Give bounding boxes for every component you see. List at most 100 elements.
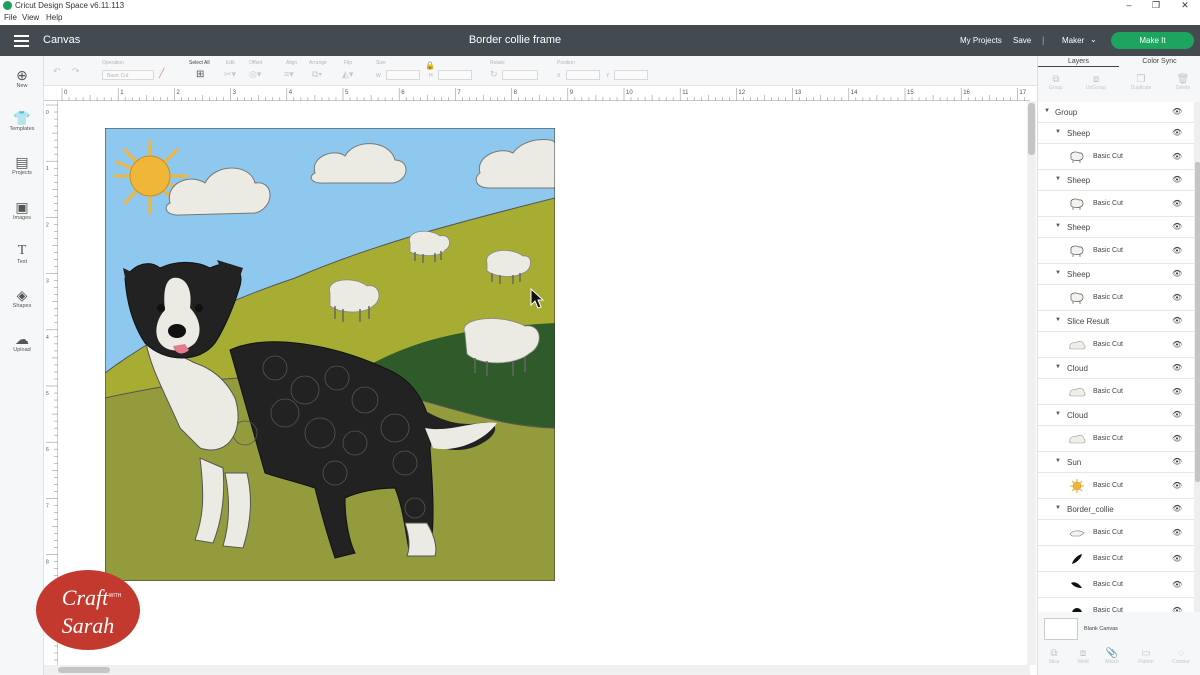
layer-group-row[interactable]: ▼ Border_collie 👁 [1038,499,1194,520]
layer-group-row[interactable]: ▼ Group 👁 [1038,102,1194,123]
eye-visibility-icon[interactable]: 👁 [1172,387,1182,396]
select-all-icon[interactable]: ⊞ [196,69,204,80]
lock-icon[interactable]: 🔒 [425,61,435,70]
sidebar-item-text[interactable]: T Text [0,243,44,265]
undo-icon[interactable]: ↶ [53,66,61,77]
layer-item-row[interactable]: Basic Cut 👁 [1038,285,1194,311]
chevron-down-icon[interactable]: ⌄ [1090,35,1097,44]
eye-visibility-icon[interactable]: 👁 [1172,316,1182,325]
expand-caret-icon[interactable]: ▼ [1055,223,1061,229]
position-y-input[interactable] [614,70,648,80]
expand-caret-icon[interactable]: ▼ [1055,458,1061,464]
duplicate-button[interactable]: ❐ Duplicate [1125,74,1157,91]
eye-visibility-icon[interactable]: 👁 [1172,128,1182,137]
blank-canvas-swatch[interactable] [1044,618,1078,640]
layer-group-row[interactable]: ▼ Sheep 👁 [1038,264,1194,285]
make-it-button[interactable]: Make It [1111,32,1194,49]
eye-visibility-icon[interactable]: 👁 [1172,363,1182,372]
scroll-thumb[interactable] [58,667,110,673]
eye-visibility-icon[interactable]: 👁 [1172,246,1182,255]
delete-button[interactable]: 🗑 Delete [1167,74,1199,91]
layer-item-row[interactable]: Basic Cut 👁 [1038,546,1194,572]
redo-icon[interactable]: ↷ [72,66,80,77]
layer-group-row[interactable]: ▼ Cloud 👁 [1038,358,1194,379]
border-collie-artwork[interactable] [105,128,555,581]
eye-visibility-icon[interactable]: 👁 [1172,457,1182,466]
layer-group-row[interactable]: ▼ Sheep 👁 [1038,217,1194,238]
sidebar-item-templates[interactable]: 👕 Templates [0,110,44,132]
attach-button[interactable]: 📎 Attach [1096,648,1128,665]
layers-scrollbar[interactable] [1194,102,1200,612]
eye-visibility-icon[interactable]: 👁 [1172,107,1182,116]
eye-visibility-icon[interactable]: 👁 [1172,222,1182,231]
expand-caret-icon[interactable]: ▼ [1055,270,1061,276]
pen-color-icon[interactable]: ╱ [159,68,164,79]
minimize-button[interactable]: – [1122,0,1136,10]
scroll-thumb[interactable] [1195,162,1200,482]
expand-caret-icon[interactable]: ▼ [1055,505,1061,511]
canvas-vertical-scrollbar[interactable] [1027,101,1036,665]
eye-visibility-icon[interactable]: 👁 [1172,175,1182,184]
sidebar-item-images[interactable]: ▣ Images [0,199,44,221]
flatten-button[interactable]: ▭ Flatten [1130,648,1162,665]
sidebar-item-upload[interactable]: ☁ Upload [0,331,44,353]
layer-group-row[interactable]: ▼ Sheep 👁 [1038,123,1194,144]
eye-visibility-icon[interactable]: 👁 [1172,199,1182,208]
layer-item-row[interactable]: Basic Cut 👁 [1038,379,1194,405]
expand-caret-icon[interactable]: ▼ [1044,108,1050,114]
eye-visibility-icon[interactable]: 👁 [1172,410,1182,419]
hamburger-menu-icon[interactable] [14,35,29,47]
eye-visibility-icon[interactable]: 👁 [1172,293,1182,302]
eye-visibility-icon[interactable]: 👁 [1172,152,1182,161]
rotate-input[interactable] [502,70,538,80]
layer-group-row[interactable]: ▼ Cloud 👁 [1038,405,1194,426]
offset-icon[interactable]: ◎▾ [249,69,261,80]
layer-group-row[interactable]: ▼ Slice Result 👁 [1038,311,1194,332]
edit-icon[interactable]: ✂▾ [224,69,236,80]
ungroup-button[interactable]: ⧈ UnGroup [1080,74,1112,91]
sidebar-item-projects[interactable]: ▤ Projects [0,154,44,176]
width-input[interactable] [386,70,420,80]
maximize-button[interactable]: ❐ [1149,0,1163,11]
eye-visibility-icon[interactable]: 👁 [1172,554,1182,563]
sidebar-item-shapes[interactable]: ◈ Shapes [0,287,44,309]
my-projects-link[interactable]: My Projects [960,36,1002,45]
layer-item-row[interactable]: Basic Cut 👁 [1038,598,1194,612]
group-button[interactable]: ⧉ Group [1040,74,1072,91]
layer-item-row[interactable]: Basic Cut 👁 [1038,473,1194,499]
layer-item-row[interactable]: Basic Cut 👁 [1038,332,1194,358]
machine-select[interactable]: Maker [1062,36,1084,45]
save-link[interactable]: Save [1013,36,1031,45]
layer-item-row[interactable]: Basic Cut 👁 [1038,520,1194,546]
eye-visibility-icon[interactable]: 👁 [1172,269,1182,278]
operation-select[interactable]: Basic Cut [102,70,154,80]
slice-button[interactable]: ⧉ Slice [1038,648,1070,665]
expand-caret-icon[interactable]: ▼ [1055,129,1061,135]
menu-file[interactable]: File [4,13,17,22]
weld-button[interactable]: ⧈ Weld [1067,648,1099,665]
layer-item-row[interactable]: Basic Cut 👁 [1038,191,1194,217]
arrange-icon[interactable]: ⧉▾ [312,69,322,80]
eye-visibility-icon[interactable]: 👁 [1172,504,1182,513]
expand-caret-icon[interactable]: ▼ [1055,317,1061,323]
menu-view[interactable]: View [22,13,39,22]
eye-visibility-icon[interactable]: 👁 [1172,340,1182,349]
flip-icon[interactable]: ◭▾ [342,69,353,80]
contour-button[interactable]: ◌ Contour [1165,648,1197,665]
tab-layers[interactable]: Layers [1038,58,1119,67]
eye-visibility-icon[interactable]: 👁 [1172,481,1182,490]
height-input[interactable] [438,70,472,80]
sidebar-item-new[interactable]: ⊕ New [0,67,44,89]
layer-item-row[interactable]: Basic Cut 👁 [1038,238,1194,264]
canvas-horizontal-scrollbar[interactable] [44,665,1030,675]
align-icon[interactable]: ≡▾ [284,69,294,80]
scroll-thumb[interactable] [1028,103,1035,155]
layer-group-row[interactable]: ▼ Sheep 👁 [1038,170,1194,191]
close-window-button[interactable]: ✕ [1178,0,1192,11]
eye-visibility-icon[interactable]: 👁 [1172,580,1182,589]
tab-color-sync[interactable]: Color Sync [1119,58,1200,65]
eye-visibility-icon[interactable]: 👁 [1172,606,1182,612]
layer-group-row[interactable]: ▼ Sun 👁 [1038,452,1194,473]
eye-visibility-icon[interactable]: 👁 [1172,434,1182,443]
expand-caret-icon[interactable]: ▼ [1055,364,1061,370]
